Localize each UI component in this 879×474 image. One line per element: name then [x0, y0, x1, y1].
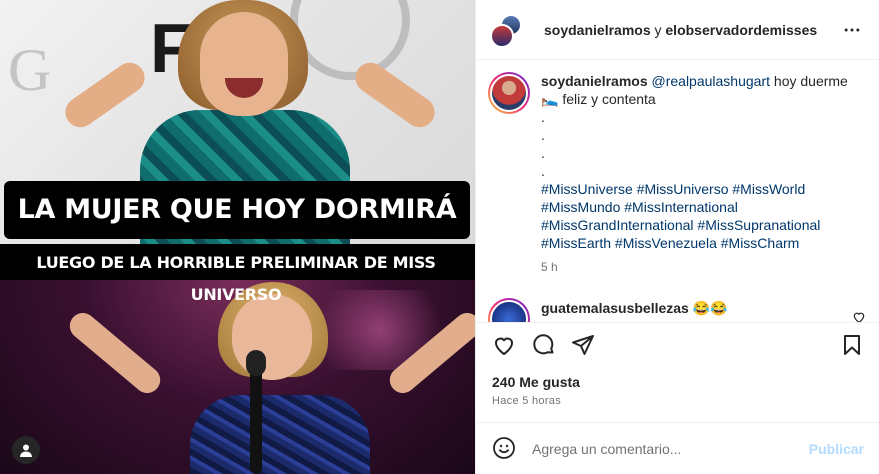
- paper-plane-icon: [572, 335, 594, 355]
- caption-comment: soydanielramos @realpaulashugart hoy due…: [488, 72, 851, 276]
- avatar[interactable]: [488, 298, 530, 322]
- caption-dot: .: [541, 163, 545, 179]
- coauthor-link[interactable]: elobservadordemisses: [665, 22, 817, 38]
- publish-button[interactable]: Publicar: [809, 441, 864, 457]
- comment-item: guatemalasusbellezas 😂😂: [488, 298, 728, 322]
- collab-avatars[interactable]: [490, 13, 522, 48]
- mention-link[interactable]: @realpaulashugart: [652, 73, 771, 89]
- caption-dot: .: [541, 109, 545, 125]
- comment-body: 😂😂: [692, 300, 728, 316]
- more-options-button[interactable]: [840, 20, 864, 40]
- instagram-post-modal: G FO LA MUJER QUE HOY DORMIRÁ FELIZ LUEG…: [0, 0, 879, 474]
- overlay-caption-sub: LUEGO DE LA HORRIBLE PRELIMINAR DE MISS …: [16, 247, 456, 304]
- post-actions: [476, 322, 879, 368]
- comment-bubble-icon: [533, 334, 554, 355]
- avatar[interactable]: [488, 72, 530, 114]
- smiley-icon: [493, 436, 515, 459]
- comment-like-button[interactable]: [852, 310, 866, 322]
- bed-emoji: 🛌: [541, 91, 559, 107]
- avatar: [490, 23, 514, 48]
- caption-username[interactable]: soydanielramos: [541, 73, 648, 89]
- caption-text-2: feliz y contenta: [562, 91, 656, 107]
- comment-username[interactable]: guatemalasusbellezas: [541, 300, 689, 316]
- like-button[interactable]: [492, 333, 518, 359]
- heart-icon: [853, 312, 865, 322]
- post-header: soydanielramos y elobservadordemisses: [476, 0, 879, 60]
- comment-input[interactable]: [532, 440, 792, 457]
- caption-text: soydanielramos @realpaulashugart hoy due…: [541, 72, 851, 276]
- hashtag-line[interactable]: #MissMundo #MissInternational: [541, 198, 851, 216]
- emoji-button[interactable]: [492, 436, 518, 462]
- comment-button[interactable]: [532, 333, 558, 359]
- author-link[interactable]: soydanielramos: [544, 22, 651, 38]
- caption-dot: .: [541, 127, 545, 143]
- background-letter: G: [8, 37, 52, 103]
- post-time[interactable]: Hace 5 horas: [492, 395, 561, 407]
- bookmark-icon: [844, 335, 860, 355]
- overlay-caption-main: LA MUJER QUE HOY DORMIRÁ FELIZ: [4, 181, 470, 283]
- hashtag-line[interactable]: #MissGrandInternational #MissSupranation…: [541, 216, 851, 234]
- share-button[interactable]: [571, 333, 597, 359]
- more-horizontal-icon: [844, 28, 860, 32]
- comment-composer: Publicar: [476, 422, 879, 474]
- author-connector: y: [654, 21, 662, 38]
- post-side-panel: soydanielramos y elobservadordemisses so…: [475, 0, 879, 474]
- post-media[interactable]: G FO LA MUJER QUE HOY DORMIRÁ FELIZ LUEG…: [0, 0, 475, 474]
- caption-timestamp: 5 h: [541, 260, 558, 274]
- save-button[interactable]: [840, 333, 866, 359]
- heart-icon: [494, 337, 514, 356]
- caption-dot: .: [541, 145, 545, 161]
- comment-text: guatemalasusbellezas 😂😂: [541, 300, 728, 317]
- hashtag-line[interactable]: #MissUniverse #MissUniverso #MissWorld: [541, 180, 851, 198]
- likes-count[interactable]: 240 Me gusta: [492, 374, 580, 390]
- tagged-users-button[interactable]: [12, 436, 40, 464]
- hashtag-line[interactable]: #MissEarth #MissVenezuela #MissCharm: [541, 234, 851, 252]
- user-icon: [20, 444, 32, 457]
- post-authors: soydanielramos y elobservadordemisses: [544, 22, 817, 38]
- comments-list[interactable]: soydanielramos @realpaulashugart hoy due…: [476, 60, 879, 322]
- caption-text-1: hoy duerme: [773, 73, 848, 89]
